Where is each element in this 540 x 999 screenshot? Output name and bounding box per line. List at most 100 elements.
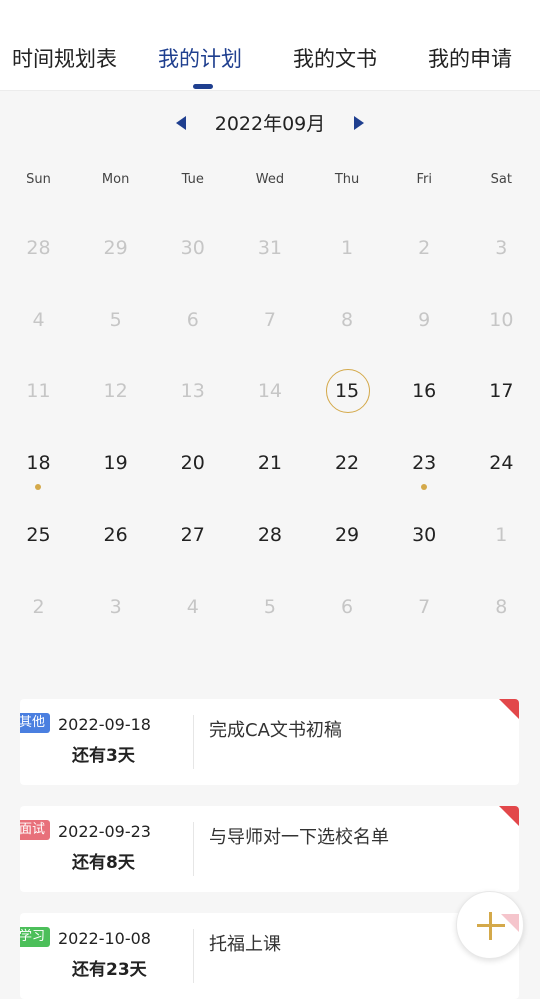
tab-my-plans[interactable]: 我的计划 [158,42,242,76]
calendar-day-number: 4 [186,595,199,618]
calendar-day[interactable]: 29 [77,212,154,284]
plan-remaining-days: 还有23天 [72,960,147,980]
calendar-day-number: 2 [32,595,45,618]
calendar-day-number: 16 [412,380,437,403]
calendar-day-number: 29 [103,237,128,259]
calendar-day[interactable]: 30 [386,499,463,571]
urgent-flag-icon [499,806,519,826]
plan-category-badge: 其他 [20,713,51,733]
plan-remaining-days: 还有3天 [72,746,135,766]
calendar-day-number: 21 [257,452,282,475]
top-tab-bar: 时间规划表 我的计划 我的文书 我的申请 [0,0,540,91]
calendar-day-today[interactable]: 15 [309,355,386,427]
calendar-day[interactable]: 22 [309,427,386,499]
plan-remaining-days: 还有8天 [72,853,135,873]
calendar-day[interactable]: 23 [386,427,463,499]
calendar-day[interactable]: 12 [77,355,154,427]
calendar-day[interactable]: 2 [0,571,77,643]
calendar-grid: 28 29 30 31 1 2 3 4 5 6 7 8 9 10 11 12 13 14 15 16 17 18 19 20 2… [0,212,540,642]
weekday-label: Sun [26,172,51,187]
calendar-day-number: 8 [495,595,508,618]
calendar-day[interactable]: 2 [386,212,463,284]
calendar-day-number: 1 [341,237,354,259]
add-plan-button[interactable] [456,891,524,959]
calendar-day[interactable]: 6 [309,571,386,643]
calendar-day[interactable]: 14 [231,355,308,427]
calendar-day-number: 9 [418,308,431,331]
calendar-day[interactable]: 25 [0,499,77,571]
calendar-day[interactable]: 8 [463,571,540,643]
calendar-day[interactable]: 7 [386,571,463,643]
calendar-day-number: 6 [341,595,354,618]
calendar-day[interactable]: 13 [154,355,231,427]
calendar-day[interactable]: 17 [463,355,540,427]
calendar-day-number: 25 [26,523,51,546]
calendar-day[interactable]: 29 [309,499,386,571]
card-divider [193,822,194,876]
corner-flag-icon [501,914,519,932]
calendar-day[interactable]: 27 [154,499,231,571]
calendar-day[interactable]: 8 [309,284,386,356]
calendar-day[interactable]: 6 [154,284,231,356]
calendar-day-number: 8 [341,308,354,331]
calendar-day[interactable]: 26 [77,499,154,571]
calendar-day-number: 19 [103,452,128,475]
calendar-day-number: 3 [495,237,508,259]
calendar-day[interactable]: 1 [309,212,386,284]
calendar-day-number: 11 [26,380,51,403]
calendar-day-number: 5 [109,308,122,331]
tab-my-applications[interactable]: 我的申请 [428,42,512,76]
calendar-day-number: 10 [489,308,514,331]
plan-date: 2022-09-23 [58,822,151,841]
calendar-day[interactable]: 24 [463,427,540,499]
calendar-day[interactable]: 28 [0,212,77,284]
calendar-day[interactable]: 28 [231,499,308,571]
calendar-day-number: 15 [334,380,360,403]
calendar-day-number: 28 [257,523,282,546]
calendar-day[interactable]: 11 [0,355,77,427]
calendar-day-number: 30 [180,237,205,259]
calendar-day-number: 2 [418,237,431,259]
calendar-day[interactable]: 1 [463,499,540,571]
next-month-icon[interactable] [354,116,364,130]
plan-title: 完成CA文书初稿 [209,720,342,741]
calendar-day-number: 4 [32,308,45,331]
calendar-day[interactable]: 5 [231,571,308,643]
calendar-day-number: 13 [180,380,205,403]
calendar-day-number: 30 [412,523,437,546]
calendar-day[interactable]: 4 [154,571,231,643]
calendar-day[interactable]: 5 [77,284,154,356]
calendar-day-number: 28 [26,237,51,259]
tab-my-documents[interactable]: 我的文书 [293,42,377,76]
weekday-label: Fri [416,172,432,187]
calendar-day-number: 24 [489,452,514,475]
calendar-day-number: 26 [103,523,128,546]
card-divider [193,715,194,769]
calendar-day[interactable]: 19 [77,427,154,499]
weekday-label: Sat [490,172,512,187]
calendar-day[interactable]: 20 [154,427,231,499]
plan-card[interactable]: 学习 2022-10-08 还有23天 托福上课 [20,913,519,999]
calendar-day[interactable]: 7 [231,284,308,356]
plan-card[interactable]: 面试 2022-09-23 还有8天 与导师对一下选校名单 [20,806,519,892]
calendar-day-number: 18 [26,452,51,475]
plan-card[interactable]: 其他 2022-09-18 还有3天 完成CA文书初稿 [20,699,519,785]
calendar-day-number: 14 [257,380,282,403]
prev-month-icon[interactable] [176,116,186,130]
calendar-day[interactable]: 10 [463,284,540,356]
tab-timeline[interactable]: 时间规划表 [12,42,117,76]
calendar-day[interactable]: 3 [463,212,540,284]
calendar-day[interactable]: 16 [386,355,463,427]
calendar-day[interactable]: 18 [0,427,77,499]
calendar-day[interactable]: 3 [77,571,154,643]
calendar-day-number: 7 [418,595,431,618]
calendar-day[interactable]: 4 [0,284,77,356]
calendar-day-number: 3 [109,595,122,618]
calendar-day[interactable]: 21 [231,427,308,499]
calendar-day[interactable]: 9 [386,284,463,356]
calendar-day[interactable]: 30 [154,212,231,284]
event-dot-icon [420,484,427,491]
plan-date: 2022-09-18 [58,715,151,734]
calendar-day[interactable]: 31 [231,212,308,284]
month-label: 2022年09月 [214,113,326,135]
